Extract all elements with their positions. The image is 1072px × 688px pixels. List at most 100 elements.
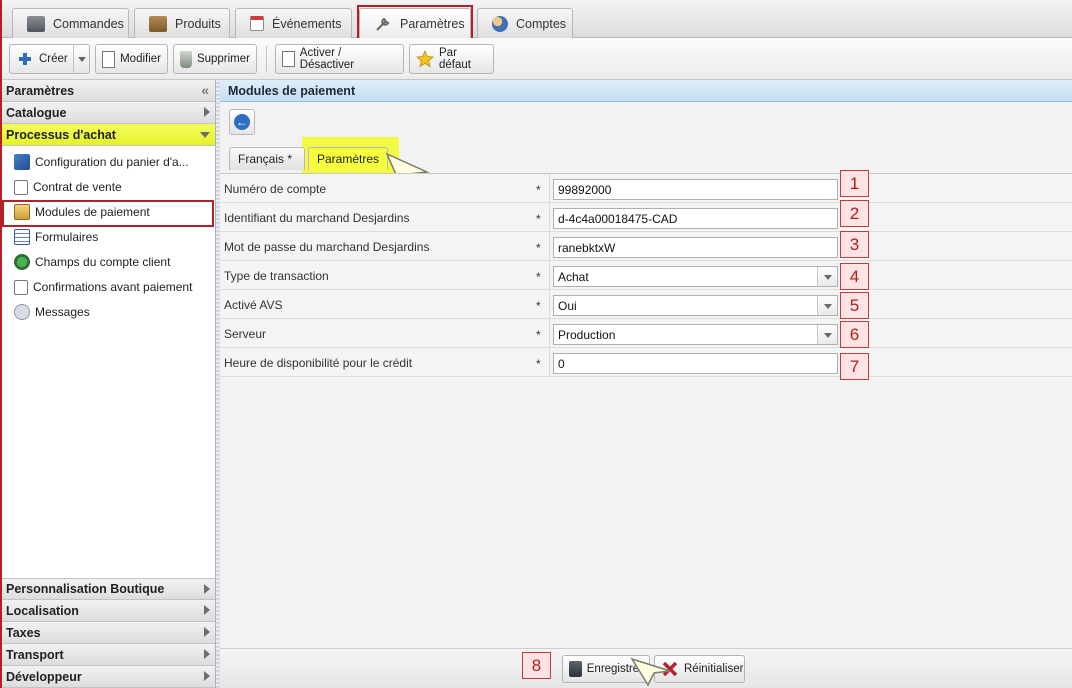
register-icon	[27, 15, 45, 32]
back-button[interactable]: ←	[229, 109, 255, 135]
sidebar-item-formulaires[interactable]: Formulaires	[14, 227, 98, 247]
column-divider	[549, 261, 550, 290]
tab-comptes[interactable]: Comptes	[477, 8, 573, 38]
field-row-mot-de-passe: Mot de passe du marchand Desjardins * ra…	[220, 232, 1072, 261]
tab-parametres-sub[interactable]: Paramètres	[308, 147, 388, 170]
chevron-down-icon[interactable]	[817, 296, 837, 315]
section-label: Personnalisation Boutique	[6, 582, 165, 596]
delete-label: Supprimer	[196, 53, 250, 65]
reset-label: Réinitialiser	[684, 663, 744, 675]
collapse-icon[interactable]: «	[201, 82, 209, 98]
calendar-icon	[250, 16, 264, 31]
identifiant-marchand-input[interactable]: d-4c4a00018475-CAD	[553, 208, 838, 229]
numero-compte-input[interactable]: 99892000	[553, 179, 838, 200]
create-button[interactable]: Créer	[9, 44, 90, 74]
page-title: Modules de paiement	[220, 80, 1072, 102]
modify-button[interactable]: Modifier	[95, 44, 168, 74]
chevron-right-icon	[204, 107, 210, 117]
cursor-arrow-icon	[630, 657, 671, 687]
chevron-down-icon[interactable]	[73, 45, 89, 73]
sidebar-item-contrat-vente[interactable]: Contrat de vente	[14, 177, 122, 197]
field-row-active-avs: Activé AVS * Oui	[220, 290, 1072, 319]
step-badge-7: 7	[840, 353, 869, 380]
default-button[interactable]: Par défaut	[409, 44, 494, 74]
chevron-right-icon	[204, 584, 210, 594]
step-badge-4: 4	[840, 263, 869, 290]
settings-sidebar: Paramètres « Catalogue Processus d'achat…	[0, 80, 216, 688]
speech-bubble-icon	[14, 304, 30, 320]
step-badge-1: 1	[840, 170, 869, 197]
chevron-down-icon[interactable]	[817, 267, 837, 286]
delete-button[interactable]: Supprimer	[173, 44, 257, 74]
sidebar-item-messages[interactable]: Messages	[14, 302, 90, 322]
sidebar-item-modules-paiement[interactable]: Modules de paiement	[14, 202, 150, 222]
floppy-disk-icon	[569, 661, 582, 677]
serveur-select[interactable]: Production	[553, 324, 838, 345]
section-developpeur[interactable]: Développeur	[0, 666, 215, 688]
required-mark: *	[536, 357, 541, 371]
tab-parametres[interactable]: Paramètres	[359, 8, 471, 38]
step-badge-5: 5	[840, 292, 869, 319]
field-label: Heure de disponibilité pour le crédit	[224, 356, 413, 370]
default-label: Par défaut	[439, 47, 471, 71]
section-catalogue[interactable]: Catalogue	[0, 102, 215, 124]
sidebar-item-label: Champs du compte client	[35, 255, 171, 269]
sidebar-item-label: Confirmations avant paiement	[33, 280, 193, 294]
toolbar: Créer Modifier Supprimer Activer / Désac…	[0, 38, 1072, 80]
chevron-right-icon	[204, 605, 210, 615]
tab-commandes[interactable]: Commandes	[12, 8, 129, 38]
sidebar-item-confirmations[interactable]: Confirmations avant paiement	[14, 277, 192, 297]
sidebar-item-configuration-panier[interactable]: Configuration du panier d'a...	[14, 152, 189, 172]
type-transaction-select[interactable]: Achat	[553, 266, 838, 287]
section-localisation[interactable]: Localisation	[0, 600, 215, 622]
step-badge-8: 8	[522, 652, 551, 679]
section-transport[interactable]: Transport	[0, 644, 215, 666]
select-value: Achat	[558, 270, 589, 284]
section-taxes[interactable]: Taxes	[0, 622, 215, 644]
tab-label: Produits	[175, 16, 221, 31]
section-label: Localisation	[6, 603, 79, 618]
mot-de-passe-input[interactable]: ranebktxW	[553, 237, 838, 258]
field-label: Numéro de compte	[224, 182, 327, 196]
toggle-activation-button[interactable]: Activer / Désactiver	[275, 44, 404, 74]
field-label: Type de transaction	[224, 269, 329, 283]
box-icon	[149, 15, 167, 32]
contract-icon	[14, 179, 28, 195]
sidebar-title-text: Paramètres	[6, 83, 75, 98]
sidebar-title: Paramètres «	[0, 80, 215, 102]
tab-label: Paramètres	[317, 152, 380, 166]
user-fields-icon	[14, 254, 30, 270]
toggle-icon	[282, 51, 295, 67]
tab-evenements[interactable]: Événements	[235, 8, 352, 38]
required-mark: *	[536, 183, 541, 197]
checklist-icon	[14, 279, 28, 295]
tab-label: Comptes	[516, 16, 567, 31]
heure-credit-input[interactable]: 0	[553, 353, 838, 374]
field-row-heure-credit: Heure de disponibilité pour le crédit * …	[220, 348, 1072, 377]
chevron-down-icon	[200, 132, 210, 138]
trash-icon	[180, 50, 192, 68]
active-avs-select[interactable]: Oui	[553, 295, 838, 316]
section-label: Taxes	[6, 625, 41, 640]
section-processus-achat[interactable]: Processus d'achat	[0, 124, 215, 146]
tab-label: Français *	[238, 152, 293, 166]
field-label: Identifiant du marchand Desjardins	[224, 211, 410, 225]
required-mark: *	[536, 212, 541, 226]
sidebar-item-label: Configuration du panier d'a...	[35, 155, 189, 169]
create-label: Créer	[39, 53, 68, 65]
step-badge-6: 6	[840, 321, 869, 348]
form-icon	[14, 229, 30, 245]
section-label: Catalogue	[6, 105, 67, 120]
section-personnalisation[interactable]: Personnalisation Boutique	[0, 578, 215, 600]
tab-produits[interactable]: Produits	[134, 8, 230, 38]
top-navigation-bar: Commandes Produits Événements Paramètres…	[0, 0, 1072, 38]
field-row-serveur: Serveur * Production	[220, 319, 1072, 348]
toggle-label: Activer / Désactiver	[299, 47, 355, 71]
toolbar-separator	[266, 46, 267, 72]
tab-francais[interactable]: Français *	[229, 147, 305, 170]
chevron-down-icon[interactable]	[817, 325, 837, 344]
select-value: Oui	[558, 299, 577, 313]
sidebar-item-champs-compte[interactable]: Champs du compte client	[14, 252, 170, 272]
tab-label: Événements	[272, 16, 342, 31]
section-label: Processus d'achat	[6, 127, 116, 142]
